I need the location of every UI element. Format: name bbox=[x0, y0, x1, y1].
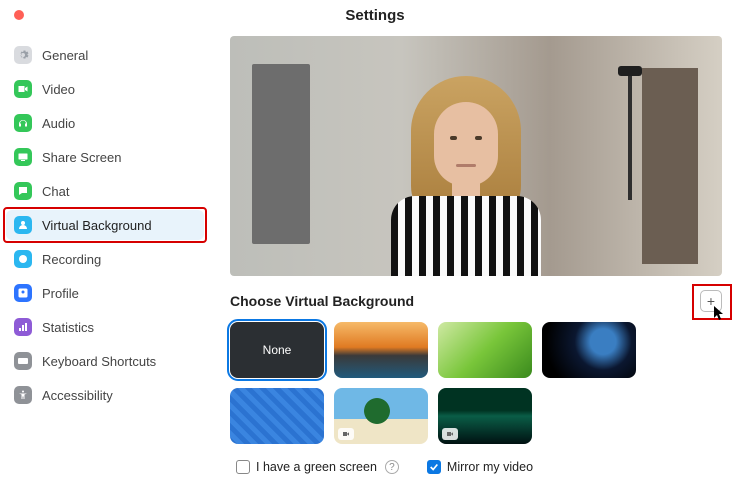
settings-window: Settings General Video Audio Share Screen Ch… bbox=[0, 0, 750, 500]
mirror-video-checkbox[interactable]: Mirror my video bbox=[427, 460, 533, 474]
sidebar-item-statistics[interactable]: Statistics bbox=[6, 312, 204, 342]
background-thumb-grass[interactable] bbox=[438, 322, 532, 378]
background-thumb-none[interactable]: None bbox=[230, 322, 324, 378]
virtual-background-panel: Choose Virtual Background + None I have … bbox=[210, 30, 750, 500]
sidebar-item-label: Share Screen bbox=[42, 150, 122, 165]
sidebar-item-label: Video bbox=[42, 82, 75, 97]
sidebar-item-recording[interactable]: Recording bbox=[6, 244, 204, 274]
screen-icon bbox=[14, 148, 32, 166]
keyboard-icon bbox=[14, 352, 32, 370]
access-icon bbox=[14, 386, 32, 404]
sidebar-item-label: Keyboard Shortcuts bbox=[42, 354, 156, 369]
sidebar-item-accessibility[interactable]: Accessibility bbox=[6, 380, 204, 410]
section-header: Choose Virtual Background + bbox=[230, 290, 722, 312]
sidebar-item-label: Statistics bbox=[42, 320, 94, 335]
video-preview bbox=[230, 36, 722, 276]
video-badge-icon bbox=[442, 428, 458, 440]
preview-bg-shape bbox=[628, 70, 632, 200]
video-badge-icon bbox=[338, 428, 354, 440]
green-screen-checkbox[interactable]: I have a green screen ? bbox=[236, 460, 399, 474]
background-thumb-bridge[interactable] bbox=[334, 322, 428, 378]
sidebar-item-share-screen[interactable]: Share Screen bbox=[6, 142, 204, 172]
window-title: Settings bbox=[345, 7, 404, 24]
preview-bg-shape bbox=[642, 68, 698, 264]
close-dot[interactable] bbox=[14, 10, 24, 20]
cursor-icon bbox=[714, 306, 726, 322]
options-row: I have a green screen ? Mirror my video bbox=[230, 460, 722, 474]
preview-person bbox=[386, 76, 546, 276]
background-thumbnails: None bbox=[230, 322, 722, 444]
preview-bg-shape bbox=[252, 64, 310, 244]
sidebar-item-label: General bbox=[42, 48, 88, 63]
sidebar-item-label: Profile bbox=[42, 286, 79, 301]
sidebar-item-virtual-background[interactable]: Virtual Background bbox=[6, 210, 204, 240]
background-thumb-beach[interactable] bbox=[334, 388, 428, 444]
sidebar-item-chat[interactable]: Chat bbox=[6, 176, 204, 206]
mirror-video-label: Mirror my video bbox=[447, 460, 533, 474]
background-thumb-pattern[interactable] bbox=[230, 388, 324, 444]
person-icon bbox=[14, 216, 32, 234]
sidebar-item-label: Audio bbox=[42, 116, 75, 131]
sidebar-item-label: Accessibility bbox=[42, 388, 113, 403]
sidebar-item-general[interactable]: General bbox=[6, 40, 204, 70]
sidebar-item-video[interactable]: Video bbox=[6, 74, 204, 104]
background-thumb-earth[interactable] bbox=[542, 322, 636, 378]
thumb-label: None bbox=[230, 322, 324, 378]
gear-icon bbox=[14, 46, 32, 64]
help-icon[interactable]: ? bbox=[385, 460, 399, 474]
settings-sidebar: General Video Audio Share Screen Chat Virtual… bbox=[0, 30, 210, 500]
sidebar-item-audio[interactable]: Audio bbox=[6, 108, 204, 138]
window-controls bbox=[14, 10, 24, 20]
sidebar-item-label: Virtual Background bbox=[42, 218, 152, 233]
camera-icon bbox=[14, 80, 32, 98]
section-title: Choose Virtual Background bbox=[230, 293, 414, 309]
headphones-icon bbox=[14, 114, 32, 132]
chat-icon bbox=[14, 182, 32, 200]
sidebar-item-label: Recording bbox=[42, 252, 101, 267]
titlebar: Settings bbox=[0, 0, 750, 30]
sidebar-item-profile[interactable]: Profile bbox=[6, 278, 204, 308]
sidebar-item-keyboard-shortcuts[interactable]: Keyboard Shortcuts bbox=[6, 346, 204, 376]
body: General Video Audio Share Screen Chat Virtual… bbox=[0, 30, 750, 500]
background-thumb-aurora[interactable] bbox=[438, 388, 532, 444]
green-screen-label: I have a green screen bbox=[256, 460, 377, 474]
profile-icon bbox=[14, 284, 32, 302]
add-background-highlight: + bbox=[700, 290, 722, 312]
record-icon bbox=[14, 250, 32, 268]
sidebar-item-label: Chat bbox=[42, 184, 69, 199]
stats-icon bbox=[14, 318, 32, 336]
